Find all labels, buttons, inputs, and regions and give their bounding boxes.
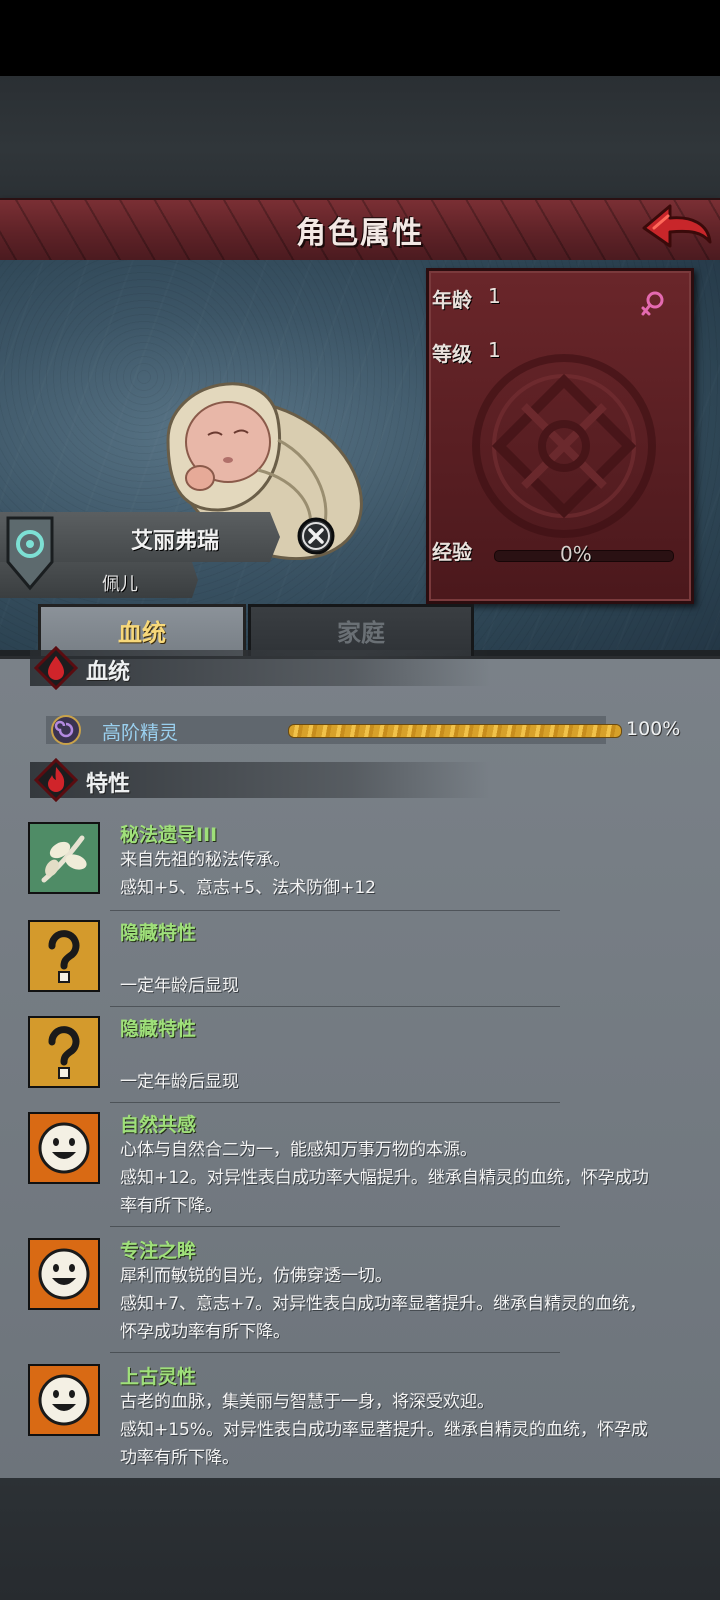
trait-6-desc: 古老的血脉，集美丽与智慧于一身，将深受欢迎。 bbox=[120, 1392, 494, 1412]
blood-drop-icon bbox=[34, 646, 78, 690]
trait-3-effect: 一定年龄后显现 bbox=[120, 1072, 239, 1092]
age-label: 年龄 bbox=[432, 288, 472, 312]
back-arrow-icon[interactable] bbox=[640, 198, 716, 258]
trait-1-effect: 感知+5、意志+5、法术防御+12 bbox=[120, 878, 376, 898]
trait-5-effect: 感知+7、意志+7。对异性表白成功率显著提升。继承自精灵的血统， bbox=[120, 1294, 647, 1314]
trait-1-desc: 来自先祖的秘法传承。 bbox=[120, 850, 290, 870]
character-name: 艾丽弗瑞 bbox=[130, 529, 219, 554]
close-icon[interactable] bbox=[296, 516, 336, 556]
traits-section-title: 特性 bbox=[86, 772, 131, 797]
trait-4-icon bbox=[28, 1112, 100, 1184]
trait-divider bbox=[110, 1352, 560, 1353]
trait-6-icon bbox=[28, 1364, 100, 1436]
trait-6-effect-cont: 功率有所下降。 bbox=[120, 1448, 239, 1468]
female-gender-icon bbox=[641, 291, 664, 316]
status-bar bbox=[0, 0, 720, 76]
trait-5-icon bbox=[28, 1238, 100, 1310]
exp-label: 经验 bbox=[432, 540, 472, 564]
lineage-section-title: 血统 bbox=[86, 660, 131, 685]
question-mark-icon bbox=[30, 1018, 98, 1086]
spiral-rune-icon bbox=[51, 715, 81, 745]
smiley-sun-icon bbox=[30, 1114, 98, 1182]
trait-4-name: 自然共感 bbox=[120, 1114, 197, 1136]
bottom-backdrop bbox=[0, 1478, 720, 1600]
smiley-sun-icon bbox=[30, 1366, 98, 1434]
top-backdrop bbox=[0, 76, 720, 198]
trait-4-effect: 感知+12。对异性表白成功率大幅提升。继承自精灵的血统，怀孕成功 bbox=[120, 1168, 649, 1188]
trait-3-icon bbox=[28, 1016, 100, 1088]
lineage-name: 高阶精灵 bbox=[102, 722, 179, 744]
trait-5-effect-cont: 怀孕成功率有所下降。 bbox=[120, 1322, 290, 1342]
trait-1-icon bbox=[28, 822, 100, 894]
trait-4-desc: 心体与自然合二为一，能感知万事万物的本源。 bbox=[120, 1140, 477, 1160]
trait-divider bbox=[110, 910, 560, 911]
celtic-knot-emblem bbox=[472, 354, 656, 538]
age-value: 1 bbox=[488, 284, 501, 308]
trait-3-name: 隐藏特性 bbox=[120, 1018, 197, 1040]
flame-icon bbox=[34, 758, 78, 802]
shield-crest-icon bbox=[6, 516, 54, 591]
trait-divider bbox=[110, 1006, 560, 1007]
trait-2-effect: 一定年龄后显现 bbox=[120, 976, 239, 996]
trait-6-name: 上古灵性 bbox=[120, 1366, 197, 1388]
trait-divider bbox=[110, 1102, 560, 1103]
trait-6-effect: 感知+15%。对异性表白成功率显著提升。继承自精灵的血统，怀孕成 bbox=[120, 1420, 649, 1440]
lineage-percent: 100% bbox=[626, 718, 681, 740]
leaf-branch-icon bbox=[30, 824, 98, 892]
exp-value: 0% bbox=[560, 542, 592, 566]
trait-2-name: 隐藏特性 bbox=[120, 922, 197, 944]
trait-2-icon bbox=[28, 920, 100, 992]
trait-divider bbox=[110, 1226, 560, 1227]
level-value: 1 bbox=[488, 338, 501, 362]
page-title: 角色属性 bbox=[296, 216, 424, 251]
question-mark-icon bbox=[30, 922, 98, 990]
character-subtitle: 佩儿 bbox=[102, 574, 138, 595]
trait-5-desc: 犀利而敏锐的目光，仿佛穿透一切。 bbox=[120, 1266, 392, 1286]
trait-1-name: 秘法遗导III bbox=[120, 824, 218, 846]
lineage-progress-bar bbox=[288, 724, 622, 738]
smiley-sun-icon bbox=[30, 1240, 98, 1308]
trait-5-name: 专注之眸 bbox=[120, 1240, 197, 1262]
trait-4-effect-cont: 率有所下降。 bbox=[120, 1196, 222, 1216]
level-label: 等级 bbox=[432, 342, 472, 366]
